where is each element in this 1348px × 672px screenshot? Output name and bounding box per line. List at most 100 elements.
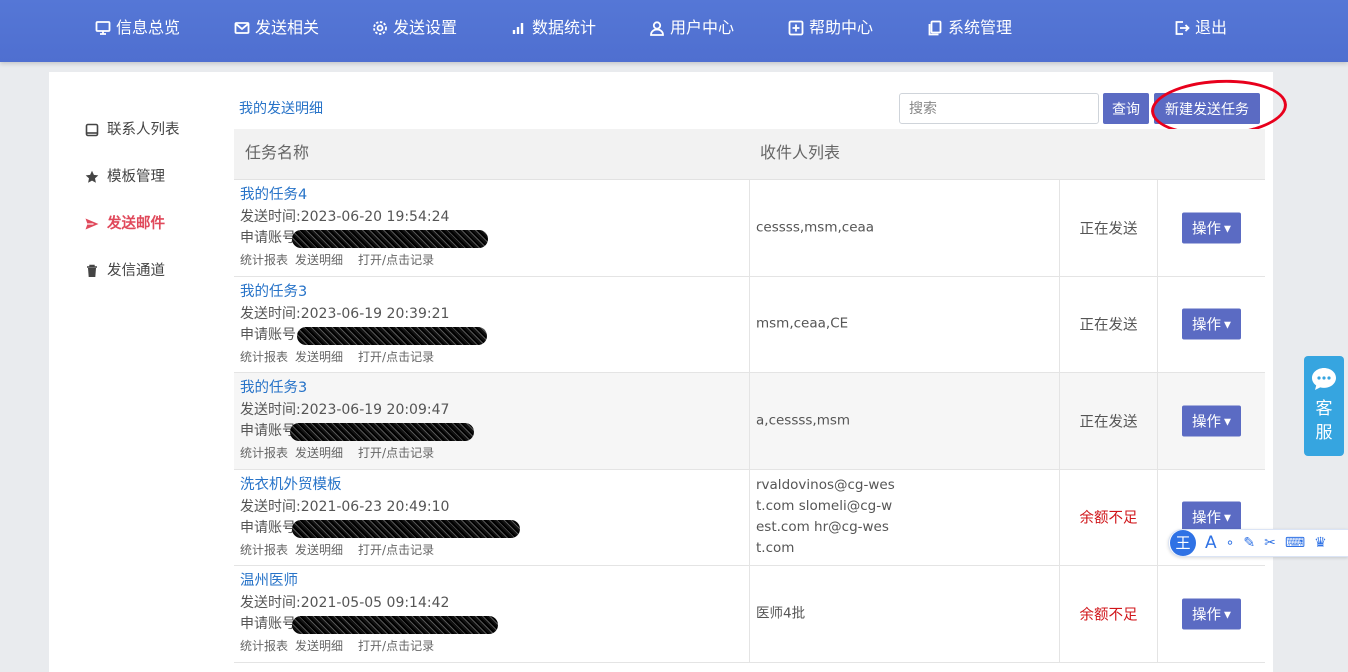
- send-time: 发送时间:2023-06-20 19:54:24: [240, 207, 749, 228]
- status-cell: 正在发送: [1059, 276, 1157, 372]
- sidebar-item-templates[interactable]: 模板管理: [85, 167, 165, 187]
- contacts-icon: [85, 123, 99, 137]
- sidebar-item-send-mail[interactable]: 发送邮件: [85, 214, 165, 234]
- logout-icon: [1175, 21, 1190, 35]
- status-cell: 余额不足: [1059, 469, 1157, 565]
- sidebar-item-label: 发信通道: [107, 263, 165, 279]
- caret-down-icon: ▼: [1224, 320, 1231, 331]
- nav-item-overview[interactable]: 信息总览: [95, 0, 180, 56]
- chat-bubble-icon: [1312, 368, 1336, 390]
- status-cell: 余额不足: [1059, 566, 1157, 662]
- row-links: 统计报表 发送明细 打开/点击记录: [240, 541, 749, 558]
- sidebar-item-label: 模板管理: [107, 169, 165, 185]
- recipients-text: rvaldovinos@cg-west.com slomeli@cg-west.…: [756, 477, 895, 557]
- task-table: 任务名称 收件人列表 我的任务4 发送时间:2023-06-20 19:54:2…: [234, 129, 1265, 663]
- operation-label: 操作: [1192, 221, 1222, 238]
- account-prefix: 申请账号: [240, 423, 296, 439]
- send-time-prefix: 发送时间:: [240, 498, 301, 515]
- task-cell: 我的任务3 发送时间:2023-06-19 20:39:21 申请账号 统计报表…: [234, 277, 749, 373]
- row-links: 统计报表 发送明细 打开/点击记录: [240, 251, 749, 268]
- send-detail-link[interactable]: 发送明细: [295, 446, 343, 460]
- task-name-link[interactable]: 我的任务3: [240, 379, 749, 400]
- redaction-scribble: [290, 423, 474, 441]
- redaction-scribble: [297, 326, 487, 345]
- ime-logo[interactable]: 王: [1170, 530, 1196, 556]
- send-time: 发送时间:2023-06-19 20:09:47: [240, 400, 749, 421]
- nav-item-system-management[interactable]: 系统管理: [927, 0, 1012, 56]
- gear-icon: [373, 21, 387, 35]
- recipients-cell: cessss,msm,ceaa: [749, 180, 1059, 276]
- task-name-link[interactable]: 温州医师: [240, 572, 749, 593]
- top-navigation: 信息总览 发送相关 发送设置 数据统计 用户中心 帮助中心 系统管理 退出: [0, 0, 1348, 62]
- table-row: 洗衣机外贸模板 发送时间:2021-06-23 20:49:10 申请账号 统计…: [234, 469, 1265, 566]
- breadcrumb[interactable]: 我的发送明细: [239, 98, 323, 118]
- send-detail-link[interactable]: 发送明细: [295, 350, 343, 364]
- stats-report-link[interactable]: 统计报表: [240, 350, 288, 364]
- apply-account: 申请账号: [240, 325, 749, 346]
- operation-dropdown-button[interactable]: 操作 ▼: [1182, 308, 1241, 340]
- stats-report-link[interactable]: 统计报表: [240, 543, 288, 557]
- task-cell: 我的任务3 发送时间:2023-06-19 20:09:47 申请账号 统计报表…: [234, 373, 749, 469]
- apply-account: 申请账号: [240, 518, 749, 539]
- send-detail-link[interactable]: 发送明细: [295, 253, 343, 267]
- punctuation-icon[interactable]: ∘: [1226, 530, 1235, 556]
- send-time-prefix: 发送时间:: [240, 595, 301, 611]
- open-click-record-link[interactable]: 打开/点击记录: [358, 639, 434, 653]
- nav-item-label: 系统管理: [948, 18, 1013, 37]
- keyboard-icon[interactable]: ⌨: [1285, 530, 1305, 556]
- search-input[interactable]: [899, 93, 1099, 124]
- logout-button[interactable]: 退出: [1174, 0, 1227, 56]
- open-click-record-link[interactable]: 打开/点击记录: [358, 543, 434, 557]
- task-name-link[interactable]: 我的任务4: [240, 186, 749, 207]
- logout-label: 退出: [1195, 18, 1228, 37]
- stats-report-link[interactable]: 统计报表: [240, 446, 288, 460]
- table-row: 我的任务4 发送时间:2023-06-20 19:54:24 申请账号 统计报表…: [234, 180, 1265, 277]
- customer-service-widget[interactable]: 客 服: [1304, 356, 1344, 456]
- account-prefix: 申请账号: [240, 616, 296, 632]
- send-time-value: 2021-06-23 20:49:10: [300, 498, 450, 515]
- nav-item-user-center[interactable]: 用户中心: [649, 0, 734, 56]
- nav-item-label: 用户中心: [670, 18, 735, 37]
- operation-dropdown-button[interactable]: 操作 ▼: [1182, 212, 1241, 244]
- open-click-record-link[interactable]: 打开/点击记录: [358, 350, 434, 364]
- send-time: 发送时间:2021-05-05 09:14:42: [240, 593, 749, 614]
- stats-report-link[interactable]: 统计报表: [240, 253, 288, 267]
- status-cell: 正在发送: [1059, 180, 1157, 276]
- task-name-link[interactable]: 洗衣机外贸模板: [240, 476, 749, 497]
- customer-service-label-2: 服: [1315, 423, 1333, 443]
- nav-item-send-settings[interactable]: 发送设置: [372, 0, 457, 56]
- operation-cell: 操作 ▼: [1157, 180, 1265, 276]
- query-button[interactable]: 查询: [1103, 93, 1149, 124]
- task-cell: 温州医师 发送时间:2021-05-05 09:14:42 申请账号 统计报表发…: [234, 566, 749, 662]
- recipients-cell: msm,ceaa,CE: [749, 276, 1059, 372]
- operation-dropdown-button[interactable]: 操作 ▼: [1182, 405, 1241, 437]
- nav-item-label: 发送设置: [393, 18, 458, 37]
- send-detail-link[interactable]: 发送明细: [295, 639, 343, 653]
- nav-item-label: 数据统计: [532, 18, 597, 37]
- table-row: 我的任务3 发送时间:2023-06-19 20:09:47 申请账号 统计报表…: [234, 373, 1265, 470]
- ime-letter-button[interactable]: A: [1205, 530, 1217, 556]
- nav-item-label: 信息总览: [116, 18, 181, 37]
- open-click-record-link[interactable]: 打开/点击记录: [358, 446, 434, 460]
- shirt-icon[interactable]: ♛: [1314, 530, 1327, 556]
- pen-icon[interactable]: ✎: [1243, 530, 1255, 556]
- open-click-record-link[interactable]: 打开/点击记录: [358, 253, 434, 267]
- stats-report-link[interactable]: 统计报表: [240, 639, 288, 653]
- table-row: 温州医师 发送时间:2021-05-05 09:14:42 申请账号 统计报表发…: [234, 566, 1265, 663]
- nav-item-label: 发送相关: [255, 18, 320, 37]
- row-links: 统计报表 发送明细 打开/点击记录: [240, 348, 749, 365]
- recipients-text: msm,ceaa,CE: [756, 315, 849, 332]
- sidebar-item-contacts[interactable]: 联系人列表: [85, 120, 180, 140]
- scissors-icon[interactable]: ✂: [1264, 530, 1276, 556]
- caret-down-icon: ▼: [1224, 224, 1231, 235]
- nav-item-help-center[interactable]: 帮助中心: [788, 0, 873, 56]
- task-cell: 洗衣机外贸模板 发送时间:2021-06-23 20:49:10 申请账号 统计…: [234, 470, 749, 566]
- nav-item-send-related[interactable]: 发送相关: [234, 0, 319, 56]
- operation-dropdown-button[interactable]: 操作 ▼: [1182, 598, 1241, 630]
- task-name-link[interactable]: 我的任务3: [240, 283, 749, 304]
- user-icon: [650, 21, 664, 36]
- send-detail-link[interactable]: 发送明细: [295, 543, 343, 557]
- sidebar-item-channels[interactable]: 发信通道: [85, 261, 165, 281]
- row-links: 统计报表 发送明细 打开/点击记录: [240, 637, 749, 654]
- nav-item-statistics[interactable]: 数据统计: [511, 0, 596, 56]
